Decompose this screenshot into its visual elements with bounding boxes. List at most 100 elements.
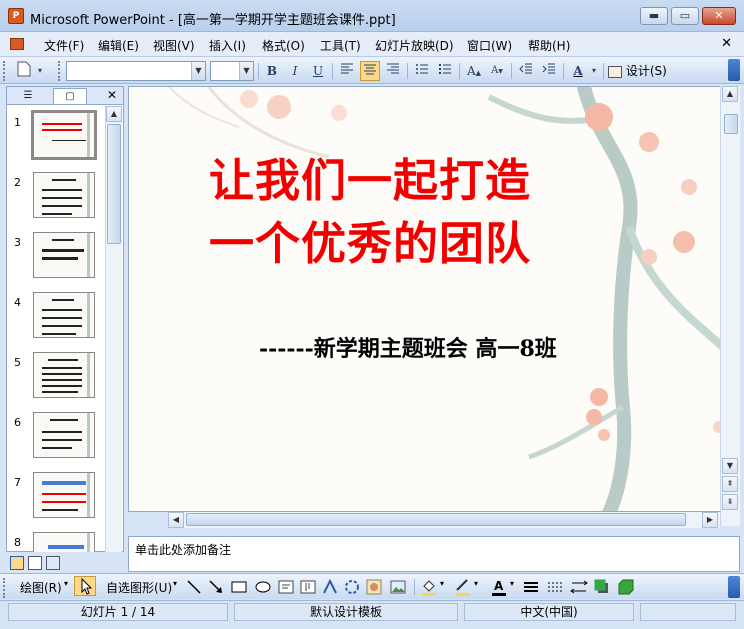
scroll-down-icon[interactable]: ▼ <box>722 458 738 474</box>
slide-thumbnail-3[interactable]: 3 <box>7 226 105 286</box>
menu-format[interactable]: 格式(O) <box>262 37 305 54</box>
next-slide-icon[interactable]: ⇟ <box>722 494 738 510</box>
thumbnail-preview <box>33 352 95 398</box>
menu-edit[interactable]: 编辑(E) <box>98 37 139 54</box>
align-left-icon[interactable] <box>337 61 357 81</box>
autoshapes-menu-button[interactable]: 自选图形(U) <box>106 579 172 596</box>
pane-close-icon[interactable]: ✕ <box>107 88 117 102</box>
line-color-icon[interactable] <box>454 578 472 596</box>
toolbar-grip[interactable] <box>3 578 7 598</box>
chevron-down-icon[interactable]: ▾ <box>510 579 514 588</box>
oval-tool-icon[interactable] <box>254 579 272 595</box>
font-size-select[interactable]: ▼ <box>210 61 254 81</box>
3d-style-icon[interactable] <box>618 579 634 595</box>
increase-font-icon[interactable]: A▲ <box>464 61 484 81</box>
thumbnails-scrollbar[interactable]: ▲ <box>105 106 122 552</box>
chevron-down-icon[interactable]: ▾ <box>588 61 600 81</box>
chevron-down-icon[interactable]: ▾ <box>173 579 177 588</box>
decrease-font-icon[interactable]: A▼ <box>487 61 507 81</box>
slide-thumbnail-2[interactable]: 2 <box>7 166 105 226</box>
slideshow-view-icon[interactable] <box>46 556 60 570</box>
normal-view-icon[interactable] <box>10 556 24 570</box>
font-color-button[interactable]: A <box>568 61 588 81</box>
scrollbar-thumb[interactable] <box>724 114 738 134</box>
line-style-icon[interactable] <box>522 579 540 595</box>
toolbar-options-button[interactable] <box>728 59 740 81</box>
arrow-tool-icon[interactable] <box>208 579 224 595</box>
text-color-icon[interactable]: A <box>490 578 508 596</box>
close-button[interactable]: ✕ <box>702 7 736 25</box>
vertical-textbox-icon[interactable] <box>300 579 316 595</box>
scroll-up-icon[interactable]: ▲ <box>106 106 122 122</box>
scroll-up-icon[interactable]: ▲ <box>722 86 738 102</box>
arrow-style-icon[interactable] <box>570 579 588 595</box>
diagram-icon[interactable] <box>344 579 360 595</box>
thumbnail-list: 1 2 3 4 5 6 7 8 <box>7 106 105 552</box>
new-document-icon[interactable] <box>14 61 34 81</box>
slide-subtitle[interactable]: ------新学期主题班会 高一8班 <box>259 331 557 363</box>
minimize-button[interactable]: ▬ <box>640 7 668 25</box>
drawing-toolbar: 绘图(R) ▾ 自选图形(U) ▾ ▾ ▾ A ▾ <box>0 573 744 599</box>
previous-slide-icon[interactable]: ⇞ <box>722 476 738 492</box>
chevron-down-icon[interactable]: ▾ <box>474 579 478 588</box>
toolbar-options-button[interactable] <box>728 576 740 598</box>
select-cursor-icon[interactable] <box>74 576 96 596</box>
menu-insert[interactable]: 插入(I) <box>209 37 246 54</box>
increase-indent-icon[interactable] <box>539 61 559 81</box>
toolbar-grip[interactable] <box>3 61 7 81</box>
menu-window[interactable]: 窗口(W) <box>467 37 512 54</box>
document-close-icon[interactable]: ✕ <box>721 36 732 51</box>
menu-view[interactable]: 视图(V) <box>153 37 195 54</box>
slide-thumbnail-4[interactable]: 4 <box>7 286 105 346</box>
notes-pane[interactable]: 单击此处添加备注 <box>128 536 740 572</box>
scroll-right-icon[interactable]: ▶ <box>702 512 718 528</box>
decrease-indent-icon[interactable] <box>516 61 536 81</box>
maximize-button[interactable]: ▭ <box>671 7 699 25</box>
shadow-style-icon[interactable] <box>594 579 610 595</box>
menu-tools[interactable]: 工具(T) <box>320 37 361 54</box>
fill-color-icon[interactable] <box>420 578 438 596</box>
toolbar-options-icon[interactable]: ▾ <box>34 61 46 81</box>
scrollbar-thumb[interactable] <box>186 513 686 526</box>
slide-sorter-icon[interactable] <box>28 556 42 570</box>
bullets-icon[interactable] <box>435 61 455 81</box>
slide-thumbnail-7[interactable]: 7 <box>7 466 105 526</box>
numbering-icon[interactable] <box>412 61 432 81</box>
chevron-down-icon[interactable]: ▾ <box>440 579 444 588</box>
doc-control-icon[interactable] <box>10 38 32 52</box>
rectangle-tool-icon[interactable] <box>230 579 248 595</box>
slide-scrollbar-horizontal[interactable]: ◀ ▶ <box>168 512 720 528</box>
wordart-icon[interactable] <box>322 579 338 595</box>
chevron-down-icon[interactable]: ▼ <box>239 62 253 80</box>
textbox-tool-icon[interactable] <box>278 579 294 595</box>
toolbar-grip-2[interactable] <box>58 61 62 81</box>
slide-thumbnail-8[interactable]: 8 <box>7 526 105 552</box>
menu-file[interactable]: 文件(F) <box>44 37 84 54</box>
italic-button[interactable]: I <box>285 61 305 81</box>
design-button[interactable]: 设计(S) <box>608 61 667 81</box>
menu-help[interactable]: 帮助(H) <box>528 37 570 54</box>
scroll-left-icon[interactable]: ◀ <box>168 512 184 528</box>
scrollbar-thumb[interactable] <box>107 124 121 244</box>
underline-button[interactable]: U <box>308 61 328 81</box>
menu-slideshow[interactable]: 幻灯片放映(D) <box>375 37 454 54</box>
tab-slides[interactable]: ▢ <box>53 88 87 104</box>
slide-title[interactable]: 让我们一起打造 一个优秀的团队 <box>209 149 629 275</box>
slide-editor[interactable]: 让我们一起打造 一个优秀的团队 ------新学期主题班会 高一8班 <box>128 86 722 512</box>
draw-menu-button[interactable]: 绘图(R) <box>20 579 62 596</box>
tab-outline[interactable]: ☰ <box>11 88 45 104</box>
chevron-down-icon[interactable]: ▼ <box>191 62 205 80</box>
dash-style-icon[interactable] <box>546 579 564 595</box>
chevron-down-icon[interactable]: ▾ <box>64 579 68 588</box>
align-center-icon[interactable] <box>360 61 380 81</box>
bold-button[interactable]: B <box>262 61 282 81</box>
slide-thumbnail-1[interactable]: 1 <box>7 106 105 166</box>
clipart-icon[interactable] <box>366 579 382 595</box>
slide-thumbnail-5[interactable]: 5 <box>7 346 105 406</box>
font-name-select[interactable]: ▼ <box>66 61 206 81</box>
slide-scrollbar-vertical[interactable]: ▲ ▼ ⇞ ⇟ <box>720 86 740 526</box>
line-tool-icon[interactable] <box>186 579 202 595</box>
picture-icon[interactable] <box>390 579 406 595</box>
align-right-icon[interactable] <box>383 61 403 81</box>
slide-thumbnail-6[interactable]: 6 <box>7 406 105 466</box>
